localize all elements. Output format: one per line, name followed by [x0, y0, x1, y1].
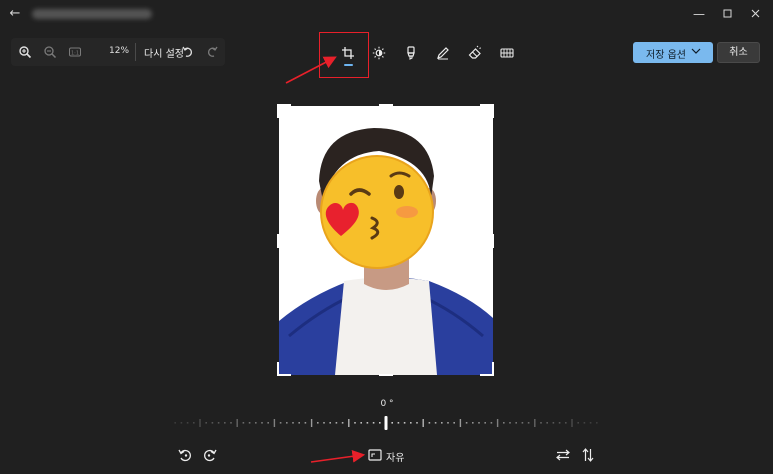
annotation-arrows [285, 56, 366, 463]
annotation-arrow-ratio [310, 449, 366, 463]
annotation-arrow-crop [285, 56, 337, 84]
